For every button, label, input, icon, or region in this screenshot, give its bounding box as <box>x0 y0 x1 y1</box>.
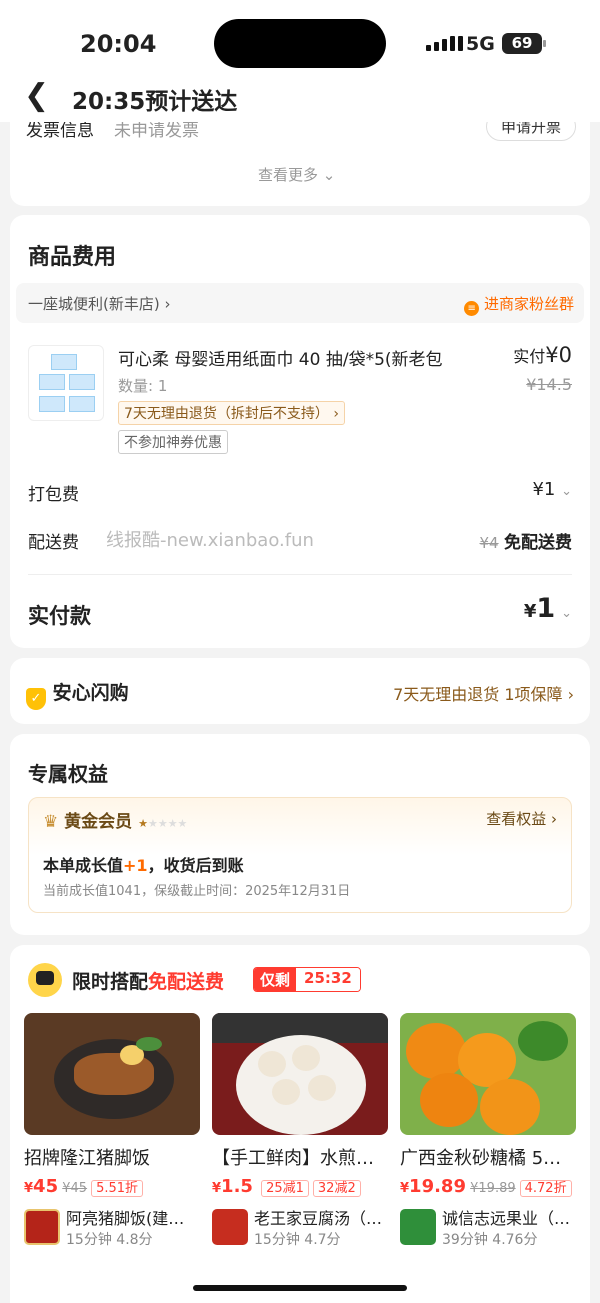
product-price: ¥19.89 ¥19.89 4.72折 <box>400 1176 576 1197</box>
goods-title: 商品费用 <box>28 245 117 270</box>
packing-fee-label: 打包费 <box>28 485 79 505</box>
product-carousel[interactable]: 招牌隆江猪脚饭 ¥45 ¥45 5.51折 阿亮猪脚饭(建… 15分钟 4.8分 … <box>24 1013 590 1303</box>
shop-name: 诚信志远果业（… <box>442 1209 571 1228</box>
view-benefits-link[interactable]: 查看权益 › <box>486 808 557 829</box>
product-thumbnail[interactable] <box>28 345 104 421</box>
dynamic-island <box>214 19 386 68</box>
product-name: 【手工鲜肉】水煎… <box>212 1148 374 1169</box>
growth-text: 本单成长值+1，收货后到账 <box>43 856 244 875</box>
promo-card: 限时搭配免配送费 仅剩 25:32 招牌隆江猪脚饭 ¥45 ¥45 5.51折 阿… <box>10 945 590 1303</box>
product-image[interactable] <box>400 1013 576 1135</box>
goods-card: 商品费用 一座城便利(新丰店) › ≡ 进商家粉丝群 可心柔 母婴适用纸面巾 4… <box>10 215 590 648</box>
home-indicator[interactable] <box>193 1285 407 1291</box>
benefits-card: 专属权益 ♛ 黄金会员 ★★★★★ 查看权益 › 本单成长值+1，收货后到账 当… <box>10 734 590 935</box>
invoice-card: 发票信息 未申请发票 申请开票 查看更多 ⌄ <box>10 122 590 206</box>
assurance-card[interactable]: ✓ 安心闪购 7天无理由退货 1项保障 › <box>10 658 590 724</box>
packing-fee-value[interactable]: ¥1 ⌄ <box>532 479 572 500</box>
shop-bar[interactable]: 一座城便利(新丰店) › ≡ 进商家粉丝群 <box>16 283 584 323</box>
product-name[interactable]: 可心柔 母婴适用纸面巾 40 抽/袋*5(新老包 <box>118 345 498 370</box>
nav-bar: ❮ 20:35预计送达 <box>0 78 600 122</box>
product-card[interactable]: 招牌隆江猪脚饭 ¥45 ¥45 5.51折 阿亮猪脚饭(建… 15分钟 4.8分 <box>24 1013 200 1249</box>
shop-logo <box>24 1209 60 1245</box>
product-price: ¥45 ¥45 5.51折 <box>24 1176 200 1197</box>
shop-meta: 15分钟 4.8分 <box>66 1232 153 1248</box>
shop-logo <box>400 1209 436 1245</box>
total-value[interactable]: ¥1 ⌄ <box>524 593 572 624</box>
product-qty: 数量: 1 <box>118 377 168 395</box>
shop-logo <box>212 1209 248 1245</box>
product-price: ¥1.5 25减1 32减2 <box>212 1176 388 1197</box>
coupon-tag: 不参加神券优惠 <box>118 430 228 454</box>
delivery-rider-icon <box>26 959 66 999</box>
chevron-down-icon: ⌄ <box>561 606 572 621</box>
product-name: 招牌隆江猪脚饭 <box>24 1148 150 1169</box>
page-title: 20:35预计送达 <box>72 89 238 115</box>
product-image[interactable] <box>24 1013 200 1135</box>
shop-name: 阿亮猪脚饭(建… <box>66 1209 185 1228</box>
shop-name[interactable]: 一座城便利(新丰店) › <box>28 293 171 314</box>
benefits-title: 专属权益 <box>28 762 108 786</box>
invoice-value: 未申请发票 <box>114 122 199 141</box>
stars-icon: ★★★★★ <box>138 817 188 830</box>
original-price: ¥14.5 <box>526 375 572 394</box>
shield-icon: ✓ <box>26 688 46 710</box>
product-shop[interactable]: 诚信志远果业（… 39分钟 4.76分 <box>400 1205 576 1249</box>
chat-icon: ≡ <box>464 301 480 316</box>
status-bar: 20:04 5G 69 <box>0 0 600 80</box>
assurance-title: ✓ 安心闪购 <box>26 678 129 710</box>
signal-icon <box>426 36 463 51</box>
assurance-desc[interactable]: 7天无理由退货 1项保障 › <box>393 681 574 705</box>
view-more-link[interactable]: 查看更多 ⌄ <box>258 164 335 185</box>
chevron-down-icon: ⌄ <box>322 166 336 184</box>
crown-icon: ♛ <box>43 812 59 832</box>
network-type: 5G <box>466 33 495 55</box>
member-panel: ♛ 黄金会员 ★★★★★ 查看权益 › 本单成长值+1，收货后到账 当前成长值1… <box>28 797 572 913</box>
member-level: ♛ 黄金会员 ★★★★★ <box>43 812 188 832</box>
back-icon[interactable]: ❮ <box>24 78 49 113</box>
fans-group-link[interactable]: ≡ 进商家粉丝群 <box>464 293 574 316</box>
divider <box>28 574 572 575</box>
clock: 20:04 <box>80 30 157 58</box>
request-invoice-button[interactable]: 申请开票 <box>485 122 576 141</box>
growth-detail: 当前成长值1041，保级截止时间：2025年12月31日 <box>43 884 351 899</box>
shop-meta: 15分钟 4.7分 <box>254 1232 341 1248</box>
product-image[interactable] <box>212 1013 388 1135</box>
countdown-badge: 仅剩 25:32 <box>253 967 361 992</box>
chevron-right-icon: › <box>164 295 171 313</box>
product-shop[interactable]: 阿亮猪脚饭(建… 15分钟 4.8分 <box>24 1205 200 1249</box>
shop-name: 老王家豆腐汤（… <box>254 1209 383 1228</box>
product-shop[interactable]: 老王家豆腐汤（… 15分钟 4.7分 <box>212 1205 388 1249</box>
product-name: 广西金秋砂糖橘 5… <box>400 1148 562 1169</box>
shop-meta: 39分钟 4.76分 <box>442 1232 538 1248</box>
watermark-text: 线报酷-new.xianbao.fun <box>106 530 314 551</box>
promo-title: 限时搭配免配送费 <box>72 971 225 993</box>
battery-icon: 69 <box>502 33 546 54</box>
delivery-fee-value: ¥4 免配送费 <box>479 533 573 553</box>
product-card[interactable]: 广西金秋砂糖橘 5… ¥19.89 ¥19.89 4.72折 诚信志远果业（… 3… <box>400 1013 576 1249</box>
return-policy-tag[interactable]: 7天无理由退货（拆封后不支持） › <box>118 401 345 425</box>
product-card[interactable]: 【手工鲜肉】水煎… ¥1.5 25减1 32减2 老王家豆腐汤（… 15分钟 4.… <box>212 1013 388 1249</box>
invoice-label: 发票信息 <box>26 122 94 141</box>
chevron-down-icon: ⌄ <box>561 484 572 499</box>
total-label: 实付款 <box>28 604 91 628</box>
delivery-fee-label: 配送费 <box>28 533 79 553</box>
paid-price: 实付¥0 <box>513 343 572 367</box>
